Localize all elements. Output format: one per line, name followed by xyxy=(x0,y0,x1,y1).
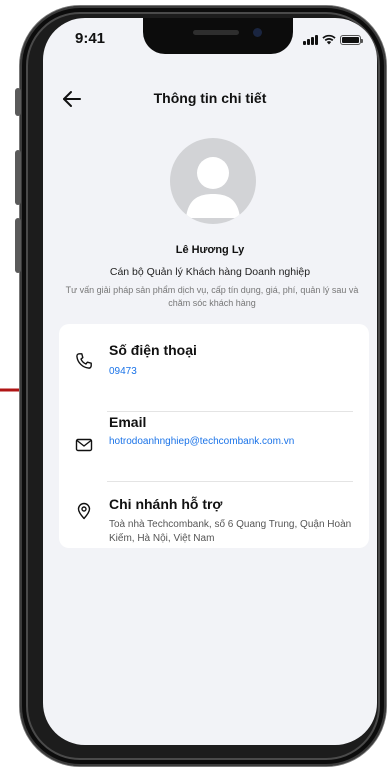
status-time: 9:41 xyxy=(75,30,106,47)
volume-down-button xyxy=(15,218,21,273)
profile-role: Cán bộ Quản lý Khách hàng Doanh nghiệp xyxy=(109,266,311,278)
profile-name: Lê Hương Ly xyxy=(175,244,245,256)
profile-description: Tư vấn giải pháp sản phẩm dịch vụ, cấp t… xyxy=(65,285,359,308)
location-pin-icon xyxy=(77,502,91,520)
email-label: Email xyxy=(109,414,147,430)
email-value[interactable]: hotrodoanhnghiep@techcombank.com.vn xyxy=(109,436,294,447)
battery-icon xyxy=(340,35,363,45)
phone-value[interactable]: 09473 xyxy=(109,366,137,377)
signal-icon xyxy=(303,35,318,45)
branch-address: Toà nhà Techcombank, số 6 Quang Trung, Q… xyxy=(109,519,352,544)
device-notch xyxy=(143,18,293,54)
contact-row-branch[interactable]: Chi nhánh hỗ trợ Toà nhà Techcombank, số… xyxy=(59,482,369,546)
avatar xyxy=(170,138,256,224)
volume-up-button xyxy=(15,150,21,205)
mail-icon xyxy=(75,438,93,452)
contact-row-phone[interactable]: Số điện thoại 09473 xyxy=(59,324,369,394)
phone-label: Số điện thoại xyxy=(109,342,197,358)
page-title: Thông tin chi tiết xyxy=(153,90,267,106)
branch-label: Chi nhánh hỗ trợ xyxy=(109,496,223,512)
contact-row-email[interactable]: Email hotrodoanhnghiep@techcombank.com.v… xyxy=(59,412,369,480)
mute-switch xyxy=(15,88,21,116)
phone-icon xyxy=(76,353,92,369)
user-placeholder-icon xyxy=(186,157,240,218)
wifi-icon xyxy=(322,34,336,45)
status-icons xyxy=(303,34,363,45)
contact-card: Số điện thoại 09473 Email hotrodoanhnghi… xyxy=(59,324,369,548)
app-screen: 9:41 Thông tin chi tiết Lê Hương Ly Cán … xyxy=(43,18,377,745)
